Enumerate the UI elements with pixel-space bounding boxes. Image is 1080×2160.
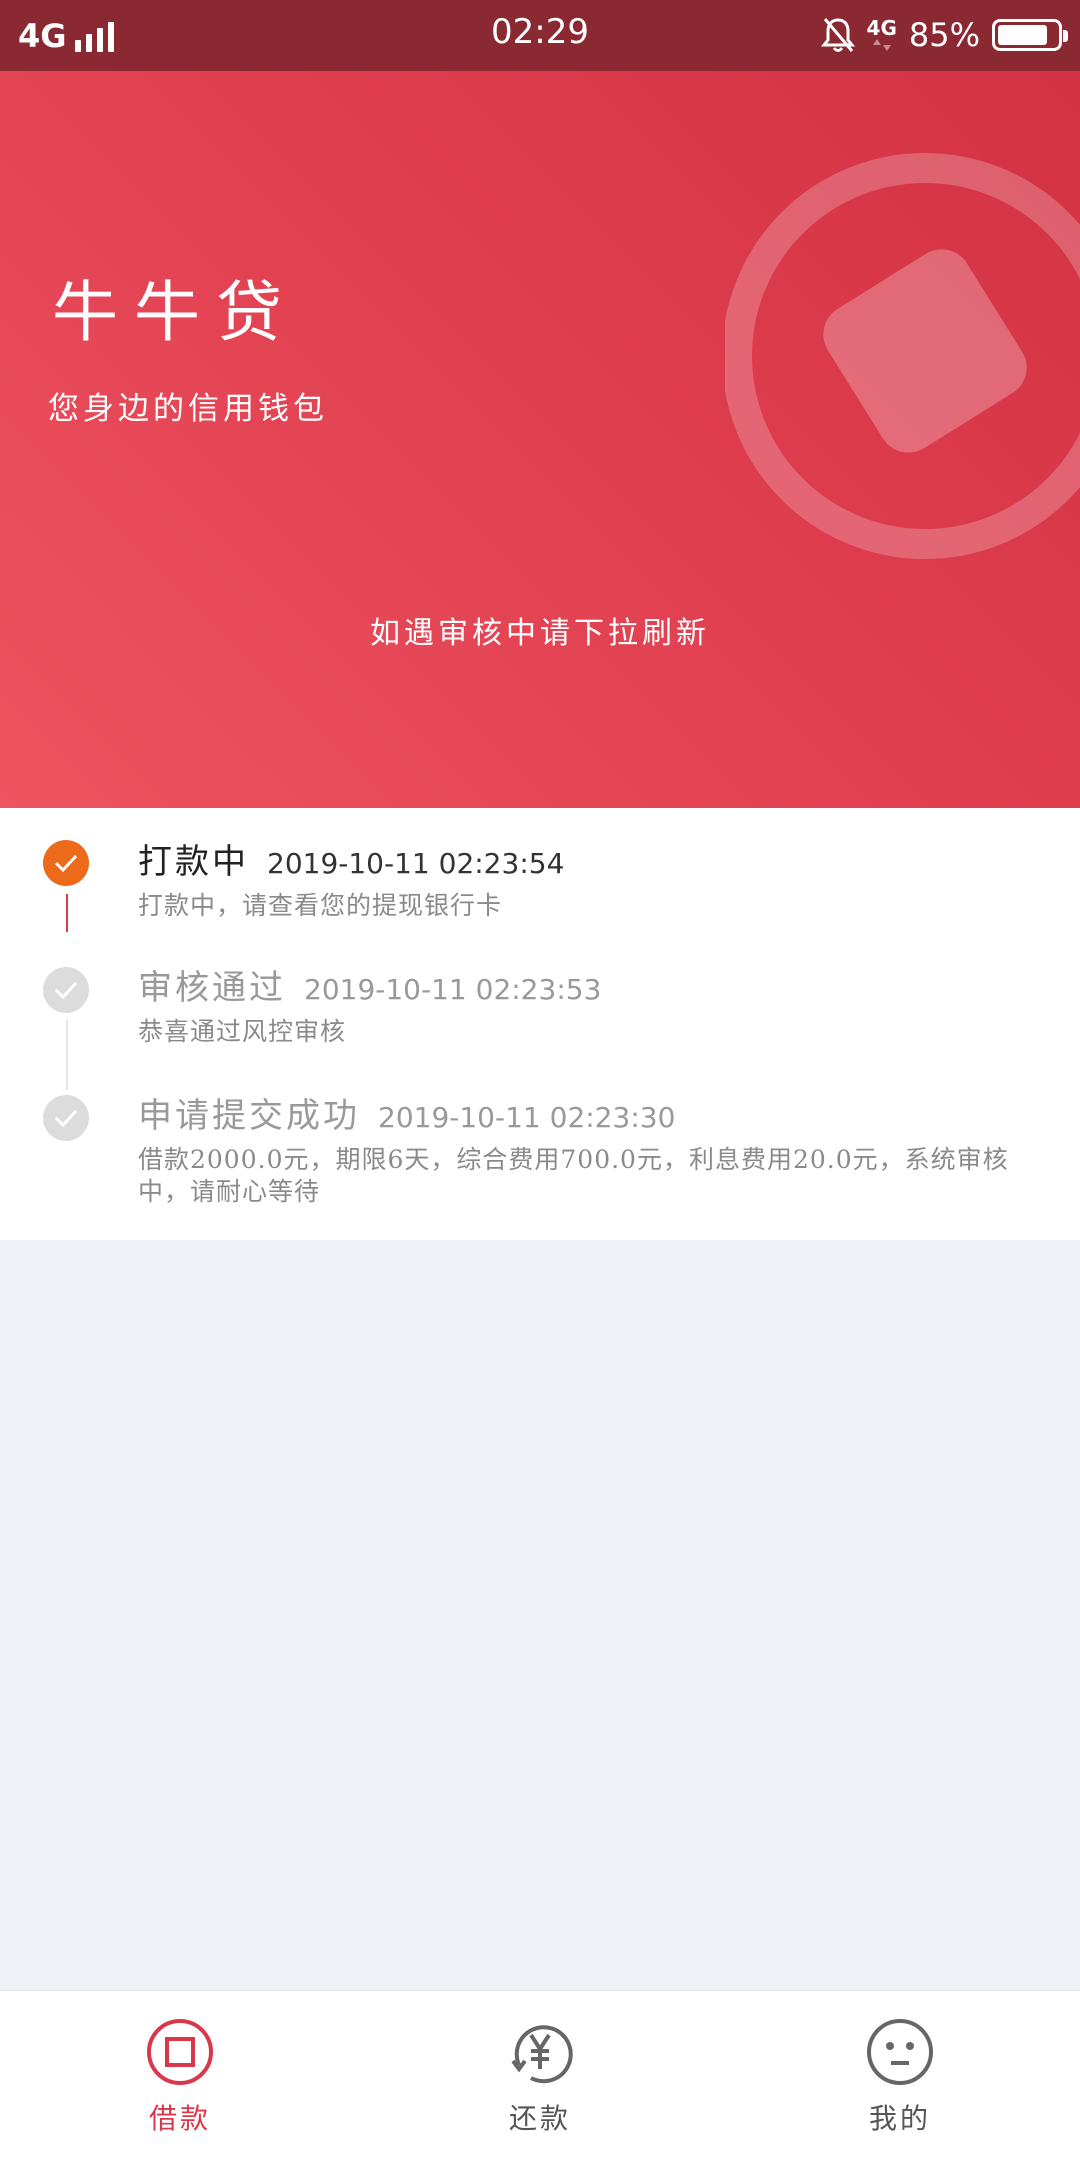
bottom-tab-bar: 借款 还款 我的 (0, 1990, 1080, 2160)
step-time: 2019-10-11 02:23:53 (304, 973, 602, 1006)
step-description: 打款中，请查看您的提现银行卡 (138, 891, 503, 920)
refresh-hint: 如遇审核中请下拉刷新 (370, 616, 710, 651)
tab-label: 我的 (868, 2102, 931, 2135)
loan-progress-timeline: 打款中 2019-10-11 02:23:54 打款中，请查看您的提现银行卡 审… (0, 808, 1080, 1240)
timeline-connector (66, 894, 68, 932)
tab-label: 还款 (508, 2102, 571, 2135)
yen-refresh-icon (511, 2025, 573, 2084)
step-time: 2019-10-11 02:23:30 (378, 1101, 676, 1134)
step-title: 打款中 (138, 842, 249, 882)
tab-loan[interactable]: 借款 (80, 1991, 280, 2160)
tab-label: 借款 (148, 2102, 211, 2135)
step-time: 2019-10-11 02:23:54 (267, 847, 565, 880)
tab-mine[interactable]: 我的 (800, 1991, 1000, 2160)
check-icon (43, 840, 89, 886)
battery-icon (992, 19, 1068, 51)
timeline-connector (66, 1020, 68, 1090)
step-title: 审核通过 (138, 968, 286, 1008)
mute-bell-icon (820, 18, 855, 52)
hero-banner: 牛牛贷 您身边的信用钱包 如遇审核中请下拉刷新 (0, 71, 1080, 808)
tab-repay[interactable]: 还款 (440, 1991, 640, 2160)
status-icons: 4G 85% (820, 12, 1068, 58)
check-icon (43, 1095, 89, 1141)
face-icon (867, 2019, 933, 2085)
check-icon (43, 967, 89, 1013)
secondary-network-label: 4G (866, 16, 897, 40)
step-description: 恭喜通过风控审核 (138, 1017, 347, 1046)
app-title: 牛牛贷 (52, 274, 298, 351)
data-arrows-icon (872, 39, 891, 51)
app-subtitle: 您身边的信用钱包 (48, 391, 328, 427)
step-title: 申请提交成功 (138, 1096, 360, 1136)
battery-percent: 85% (908, 16, 980, 54)
loan-icon (147, 2019, 213, 2085)
status-bar: 4G 02:29 4G 85% (0, 0, 1080, 71)
step-description: 借款2000.0元，期限6天，综合费用700.0元，利息费用20.0元，系统审核… (138, 1145, 1009, 1206)
wallet-logo-icon (725, 153, 1080, 559)
